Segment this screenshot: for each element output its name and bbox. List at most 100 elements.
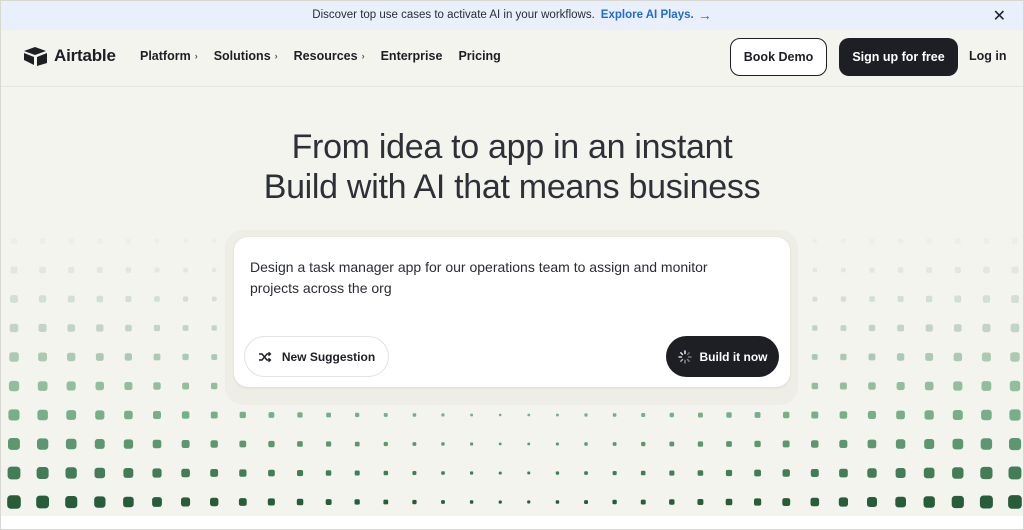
grid-dot [239,411,246,419]
grid-dot [812,325,818,331]
grid-dot [669,470,675,476]
nav-divider [0,86,1024,87]
grid-dot [182,382,190,390]
grid-dot [782,440,790,448]
grid-dot [441,413,445,417]
grid-dot [96,295,104,303]
grid-dot [124,353,132,361]
grid-dot [123,496,134,508]
grid-dot [555,500,560,504]
grid-dot [125,267,132,273]
close-icon[interactable]: ✕ [993,6,1006,26]
chevron-right-icon: › [194,51,198,61]
grid-dot [896,410,905,420]
banner-text: Discover top use cases to activate AI in… [312,9,595,21]
grid-dot [925,324,933,332]
grid-dot [697,470,704,476]
grid-dot [925,353,934,361]
grid-dot [181,497,191,507]
menu-pricing[interactable]: Pricing [458,49,500,63]
grid-dot [839,468,848,478]
top-navigation: Airtable Platform › Solutions › Resource… [0,30,1024,86]
menu-enterprise-label: Enterprise [380,49,443,63]
grid-dot [211,382,218,390]
grid-dot [954,266,961,274]
grid-dot [697,499,704,505]
sign-up-button[interactable]: Sign up for free [839,38,958,76]
grid-dot [183,296,189,302]
grid-dot [955,238,961,244]
grid-dot [383,499,389,505]
grid-dot [1008,495,1022,509]
grid-dot [36,467,49,479]
grid-dot [210,497,219,507]
grid-dot [211,296,217,302]
grid-dot [953,324,962,332]
grid-dot [697,441,704,447]
grid-dot [1010,352,1020,362]
arrow-right-icon[interactable]: → [698,7,712,23]
grid-dot [1008,466,1022,480]
grid-dot [67,352,76,362]
book-demo-button[interactable]: Book Demo [730,38,827,76]
grid-dot [897,324,904,332]
grid-dot [96,324,104,332]
log-in-link[interactable]: Log in [969,49,1007,63]
grid-dot [754,498,762,506]
grid-dot [469,500,474,504]
grid-dot [584,500,588,504]
grid-dot [896,382,905,391]
explore-ai-plays-link[interactable]: Explore AI Plays. [601,9,694,21]
grid-dot [36,495,49,509]
airtable-logo[interactable]: Airtable [24,46,116,66]
grid-dot [212,267,217,273]
grid-dot [926,267,933,273]
grid-dot [841,267,846,273]
grid-dot [782,498,791,506]
grid-dot [154,238,160,244]
grid-dot [811,382,819,390]
grid-dot [612,413,617,417]
grid-dot [470,442,474,446]
grid-dot [555,471,560,475]
menu-resources[interactable]: Resources › [294,49,365,63]
grid-dot [555,442,559,446]
grid-dot [268,469,275,477]
grid-dot [867,497,877,507]
grid-dot [669,412,674,418]
menu-solutions[interactable]: Solutions › [214,49,278,63]
new-suggestion-button[interactable]: New Suggestion [244,336,389,377]
grid-dot [840,296,847,302]
menu-pricing-label: Pricing [458,49,501,63]
grid-dot [66,410,77,420]
grid-dot [840,353,847,361]
grid-dot [612,499,617,505]
grid-dot [841,238,846,244]
grid-dot [726,412,732,418]
grid-dot [953,381,963,391]
grid-dot [181,411,190,419]
grid-dot [898,238,903,244]
grid-dot [152,439,162,449]
grid-dot [498,500,502,504]
prompt-input[interactable]: Design a task manager app for our operat… [250,257,750,299]
grid-dot [982,323,991,333]
grid-dot [123,439,134,449]
menu-enterprise[interactable]: Enterprise [381,49,443,63]
grid-dot [527,500,531,504]
grid-dot [498,471,502,475]
grid-dot [952,410,963,420]
grid-dot [94,467,106,479]
grid-dot [783,411,790,419]
grid-dot [754,469,761,477]
grid-dot [37,409,48,421]
grid-dot [152,468,162,478]
grid-dot [238,498,247,506]
menu-solutions-label: Solutions [213,49,271,63]
grid-dot [296,498,304,506]
menu-platform[interactable]: Platform › [140,49,198,63]
build-it-now-button[interactable]: Build it now [666,336,779,377]
grid-dot [38,352,47,362]
grid-dot [210,440,218,448]
hero-line-1: From idea to app in an instant [291,128,733,166]
